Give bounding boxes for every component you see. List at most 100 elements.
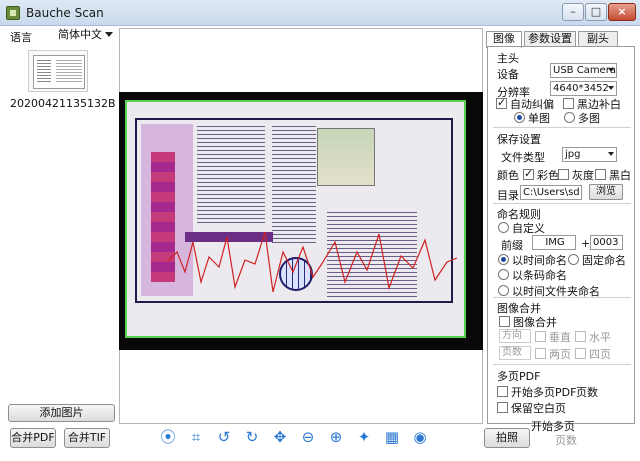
language-label: 语言 [10,31,32,44]
pages-label: 页数 [576,386,598,399]
merge-tif-button[interactable]: 合并TIF [64,428,110,448]
color-option-label: 彩色 [537,169,559,182]
minimize-button[interactable]: – [562,3,584,21]
directory-field[interactable]: C:\Users\sd [520,185,582,200]
zoom-out-icon[interactable]: ⊖ [299,428,317,446]
film-icon[interactable]: ▦ [383,428,401,446]
zoom-in-icon[interactable]: ⊕ [327,428,345,446]
move-icon[interactable]: ✥ [271,428,289,446]
by-time-label: 以时间命名 [512,254,567,267]
chevron-down-icon [608,86,614,90]
horizontal-checkbox[interactable] [575,331,586,342]
thumbnail-page [33,55,85,89]
custom-label: 自定义 [512,222,545,235]
four-pages-checkbox[interactable] [575,348,586,359]
gray-option-label: 灰度 [572,169,594,182]
window-title: Bauche Scan [26,6,104,20]
multi-page-radio[interactable] [564,112,575,123]
divider [493,203,631,204]
rotate-right-icon[interactable]: ↻ [243,428,261,446]
black-fill-checkbox[interactable] [563,98,574,109]
image-toolbar: ⦿ ⌗ ↺ ↻ ✥ ⊖ ⊕ ✦ ▦ ◉ [155,426,445,450]
capture-button[interactable]: 拍照 [484,428,530,448]
device-label: 设备 [497,68,519,81]
by-barcode-label: 以条码命名 [512,269,567,282]
gray-checkbox[interactable] [558,169,569,180]
divider [493,297,631,298]
bw-checkbox[interactable] [595,169,606,180]
add-image-button[interactable]: 添加图片 [8,404,115,422]
divider [493,127,631,128]
color-label: 颜色 [497,169,519,182]
custom-radio[interactable] [498,222,509,233]
scanned-document[interactable] [125,100,466,338]
prefix-label: 前缀 [501,239,523,252]
resolution-value: 4640*3452 [553,83,609,94]
bw-option-label: 黑白 [609,169,631,182]
keep-blank-label: 保留空白页 [511,402,566,415]
chevron-down-icon [105,32,113,37]
crop-icon[interactable]: ⌗ [187,428,205,446]
two-pages-label: 两页 [549,348,571,361]
by-time-folder-radio[interactable] [498,285,509,296]
two-pages-checkbox[interactable] [535,348,546,359]
tab-parameters[interactable]: 参数设置 [524,31,576,47]
device-select[interactable]: USB Camera [550,63,617,78]
chevron-down-icon [608,152,614,156]
divider [493,364,631,365]
four-pages-label: 四页 [589,348,611,361]
document-photo [317,128,375,186]
pages-label-2: 页数 [555,434,577,447]
single-page-radio[interactable] [514,112,525,123]
image-merge-checkbox[interactable] [499,316,510,327]
direction-box: 方向 [499,329,531,343]
start-multipage-pdf-checkbox[interactable] [497,386,508,397]
keep-blank-checkbox[interactable] [497,402,508,413]
merge-pdf-button[interactable]: 合并PDF [10,428,56,448]
fixed-name-label: 固定命名 [582,254,626,267]
file-type-label: 文件类型 [501,151,545,164]
save-settings-label: 保存设置 [497,133,541,146]
fixed-name-radio[interactable] [568,254,579,265]
multipage-pdf-label: 多页PDF [497,370,541,383]
tab-secondary[interactable]: 副头 [578,31,618,47]
multi-page-label: 多图 [578,112,600,125]
chevron-down-icon [608,68,614,72]
horizontal-label: 水平 [589,331,611,344]
image-merge-option-label: 图像合并 [513,316,557,329]
seismic-wave [167,231,457,293]
color-checkbox[interactable] [523,167,534,180]
vertical-label: 垂直 [549,331,571,344]
browse-button[interactable]: 浏览 [589,184,623,200]
scan-thumbnail[interactable] [28,50,88,92]
resolution-select[interactable]: 4640*3452 [550,81,617,96]
auto-correct-checkbox[interactable] [496,96,507,109]
rotate-left-icon[interactable]: ↺ [215,428,233,446]
file-type-value: jpg [565,149,581,160]
single-page-label: 单图 [528,112,550,125]
counter-field[interactable]: 0003 [590,235,623,250]
start-multipage-pdf-label: 开始多页PDF [511,386,577,399]
close-button[interactable]: × [608,3,636,21]
text-column-1 [197,126,265,226]
focus-icon[interactable]: ⦿ [159,428,177,446]
file-type-select[interactable]: jpg [562,147,617,162]
page-count-box: 页数 [499,346,531,360]
plus-label: + [581,237,591,250]
vertical-checkbox[interactable] [535,331,546,342]
device-value: USB Camera [553,65,616,76]
language-select[interactable]: 简体中文 [58,27,114,43]
app-icon [6,6,20,20]
maximize-button[interactable]: □ [585,3,607,21]
fit-icon[interactable]: ✦ [355,428,373,446]
left-panel [4,28,119,458]
record-icon[interactable]: ◉ [411,428,429,446]
by-time-radio[interactable] [498,254,509,265]
main-head-label: 主头 [497,52,519,65]
language-value: 简体中文 [58,28,102,41]
thumbnail-label: 20200421135132B... [10,97,116,110]
prefix-field[interactable]: IMG [532,235,576,250]
directory-label: 目录 [497,189,519,202]
by-barcode-radio[interactable] [498,269,509,280]
title-bar: Bauche Scan – □ × [0,0,640,26]
